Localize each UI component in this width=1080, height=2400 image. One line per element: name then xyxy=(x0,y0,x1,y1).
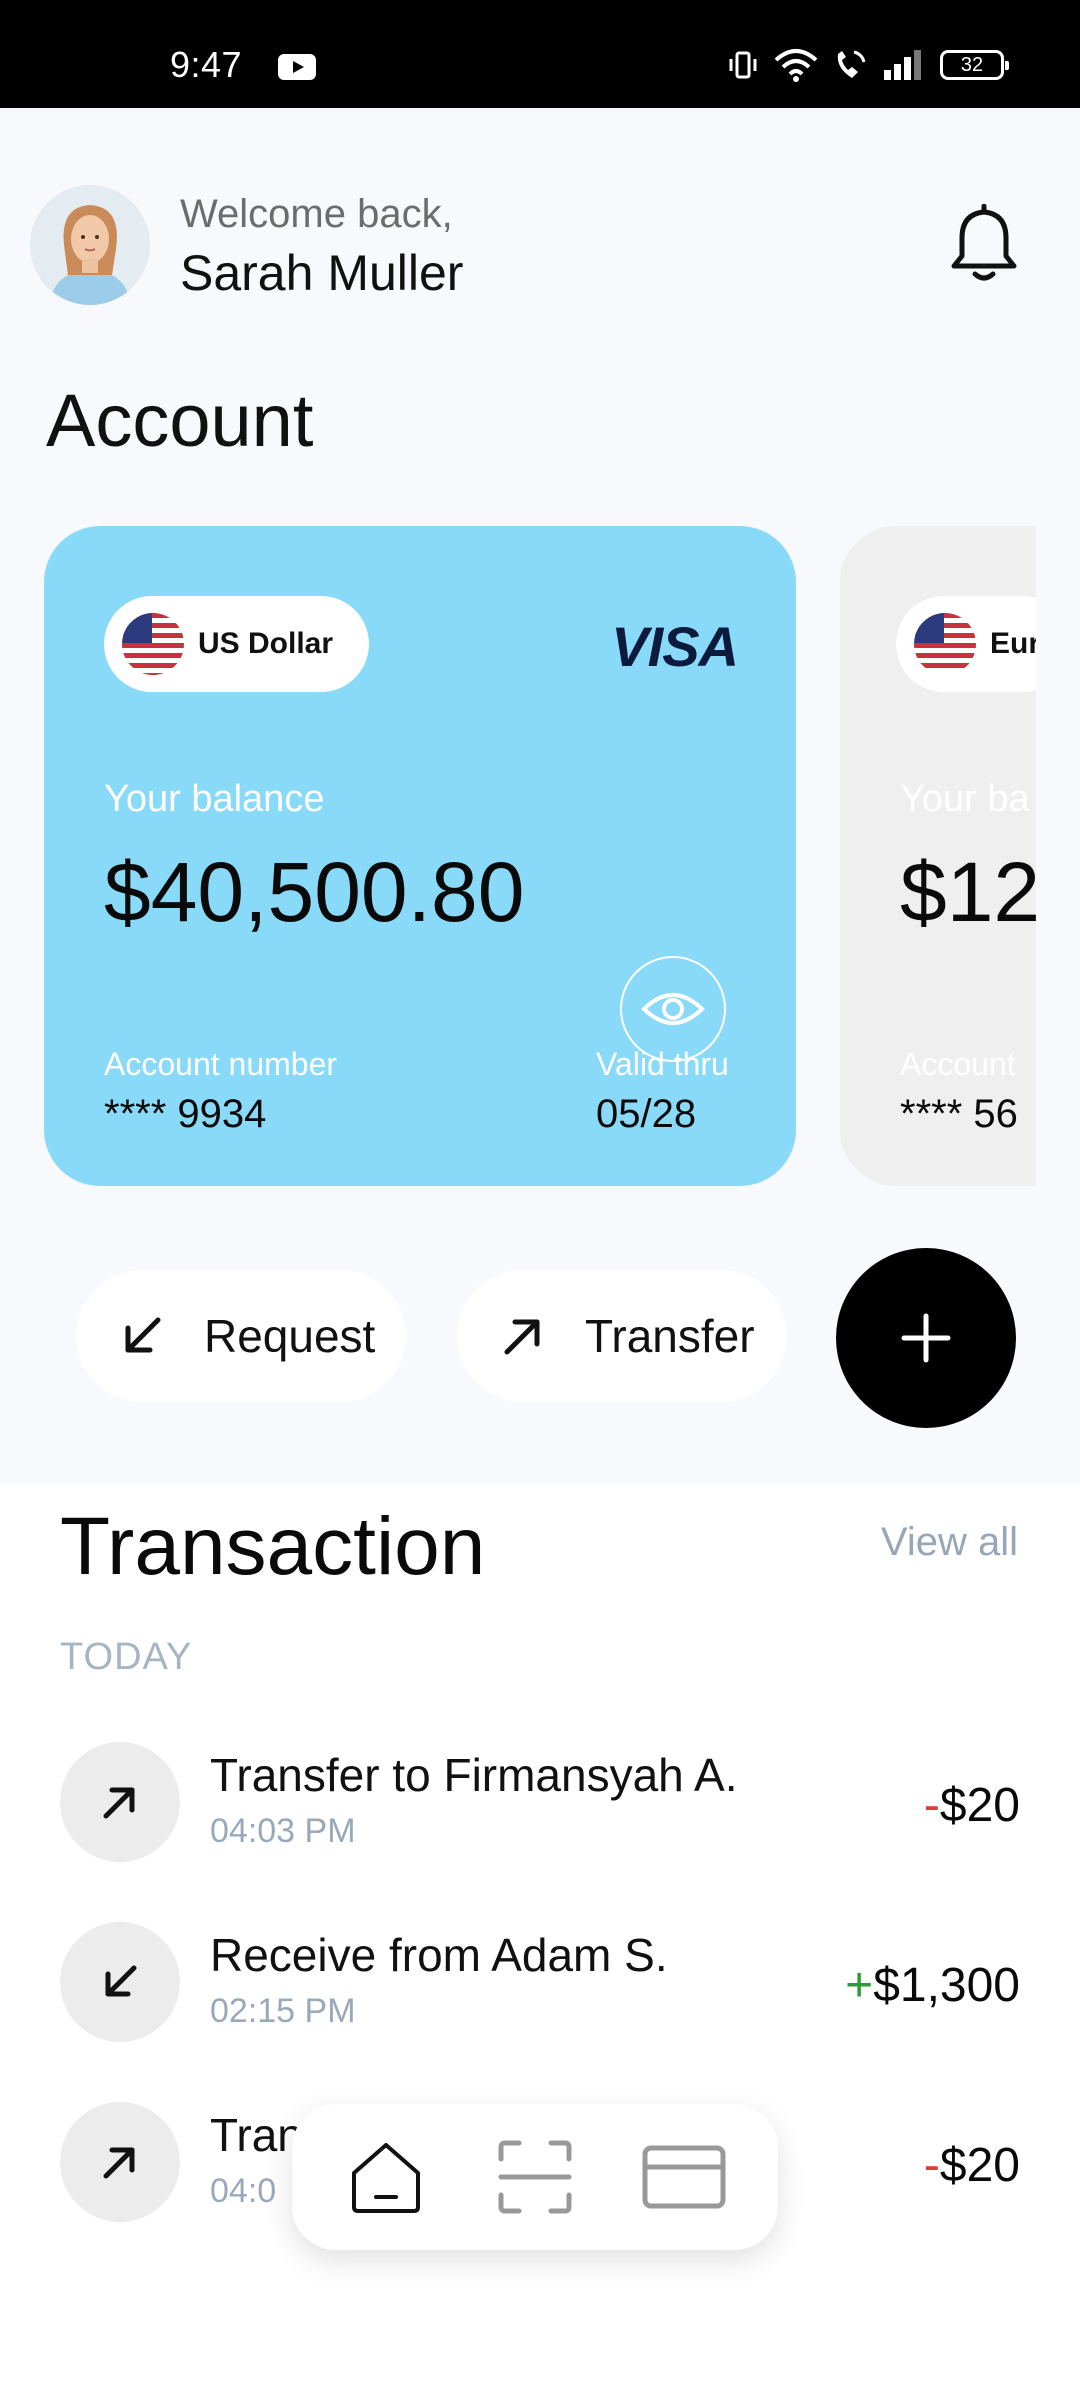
home-icon xyxy=(352,2143,421,2213)
currency-pill[interactable]: Eur xyxy=(896,596,1036,692)
card-icon xyxy=(642,2145,726,2209)
amount-value: $20 xyxy=(939,2139,1020,2192)
balance-value: $40,500.80 xyxy=(104,845,525,939)
transaction-amount: +$1,300 xyxy=(845,1958,1020,2013)
wifi-call-icon xyxy=(837,50,866,78)
scan-icon xyxy=(498,2140,572,2214)
account-number-label: Account xyxy=(900,1046,1016,1082)
amount-sign: + xyxy=(845,1959,874,2012)
transaction-name: Receive from Adam S. xyxy=(210,1929,668,1981)
arrow-up-right-icon xyxy=(103,2147,135,2179)
user-name: Sarah Muller xyxy=(180,245,464,301)
notification-bell-icon[interactable] xyxy=(948,203,1020,286)
arrow-down-left-icon xyxy=(105,1965,137,1997)
nav-cards[interactable] xyxy=(634,2127,734,2227)
account-card-usd[interactable]: US Dollar VISA Your balance $40,500.80 A… xyxy=(44,526,796,1186)
currency-label: Eur xyxy=(990,627,1036,660)
avatar-image xyxy=(30,185,150,305)
account-card-eur[interactable]: Eur Your ba $12 Account **** 56 xyxy=(840,526,1036,1186)
transfer-button[interactable]: Transfer xyxy=(457,1270,787,1402)
account-number-value: **** 9934 xyxy=(104,1092,267,1136)
transaction-row[interactable]: Receive from Adam S. 02:15 PM +$1,300 xyxy=(0,1922,1080,2052)
wifi-icon xyxy=(774,49,818,82)
valid-thru-value: 05/28 xyxy=(596,1092,697,1136)
account-section: Welcome back, Sarah Muller Account US Do… xyxy=(0,108,1080,1485)
date-group-label: TODAY xyxy=(60,1636,193,1678)
amount-sign: - xyxy=(923,1779,940,1832)
visa-logo: VISA xyxy=(611,615,739,678)
arrow-up-right-icon xyxy=(103,1787,135,1819)
eye-icon xyxy=(641,993,705,1025)
nav-scan[interactable] xyxy=(485,2127,585,2227)
status-time: 9:47 xyxy=(170,44,243,85)
transaction-time: 04:03 PM xyxy=(210,1812,356,1850)
transaction-name: Tran xyxy=(210,2109,303,2161)
add-button[interactable] xyxy=(836,1248,1016,1428)
bottom-nav xyxy=(292,2104,778,2250)
battery-level: 32 xyxy=(960,53,984,76)
transactions-title: Transaction xyxy=(60,1501,486,1592)
transaction-row[interactable]: Transfer to Firmansyah A. 04:03 PM -$20 xyxy=(0,1742,1080,1872)
tx-direction-icon xyxy=(60,1922,180,2042)
tx-direction-icon xyxy=(60,2102,180,2222)
transaction-time: 02:15 PM xyxy=(210,1992,356,2030)
tx-direction-icon xyxy=(60,1742,180,1862)
balance-value: $12 xyxy=(900,845,1036,939)
account-number-label: Account number xyxy=(104,1046,338,1082)
status-icons: 32 xyxy=(726,48,1009,82)
valid-thru-label: Valid thru xyxy=(596,1046,729,1082)
vibrate-icon xyxy=(729,51,757,79)
request-button[interactable]: Request xyxy=(76,1270,406,1402)
balance-label: Your balance xyxy=(104,778,325,820)
transaction-amount: -$20 xyxy=(924,1778,1020,1833)
transaction-amount: -$20 xyxy=(924,2138,1020,2193)
currency-pill[interactable]: US Dollar xyxy=(104,596,370,692)
request-label: Request xyxy=(204,1310,376,1362)
transaction-name: Transfer to Firmansyah A. xyxy=(210,1749,738,1801)
youtube-notification-icon xyxy=(278,54,316,80)
balance-label: Your ba xyxy=(900,778,1030,820)
amount-sign: - xyxy=(923,2139,940,2192)
amount-value: $20 xyxy=(939,1779,1020,1832)
arrow-up-right-icon xyxy=(504,1319,540,1355)
currency-label: US Dollar xyxy=(198,627,334,660)
plus-icon xyxy=(901,1313,951,1363)
welcome-text: Welcome back, xyxy=(180,192,453,236)
avatar[interactable] xyxy=(30,185,150,305)
us-flag-icon xyxy=(122,613,184,675)
signal-icon xyxy=(884,50,921,80)
account-title: Account xyxy=(46,379,314,462)
transaction-time: 04:0 xyxy=(210,2172,277,2210)
status-bar: 9:47 32 xyxy=(0,0,1080,108)
account-number-value: **** 56 xyxy=(900,1092,1018,1136)
amount-value: $1,300 xyxy=(873,1959,1020,2012)
transfer-label: Transfer xyxy=(585,1310,755,1362)
nav-home[interactable] xyxy=(336,2127,436,2227)
us-flag-icon xyxy=(914,613,976,675)
view-all-link[interactable]: View all xyxy=(881,1520,1018,1565)
arrow-down-left-icon xyxy=(125,1317,161,1353)
battery-icon: 32 xyxy=(940,50,1009,80)
